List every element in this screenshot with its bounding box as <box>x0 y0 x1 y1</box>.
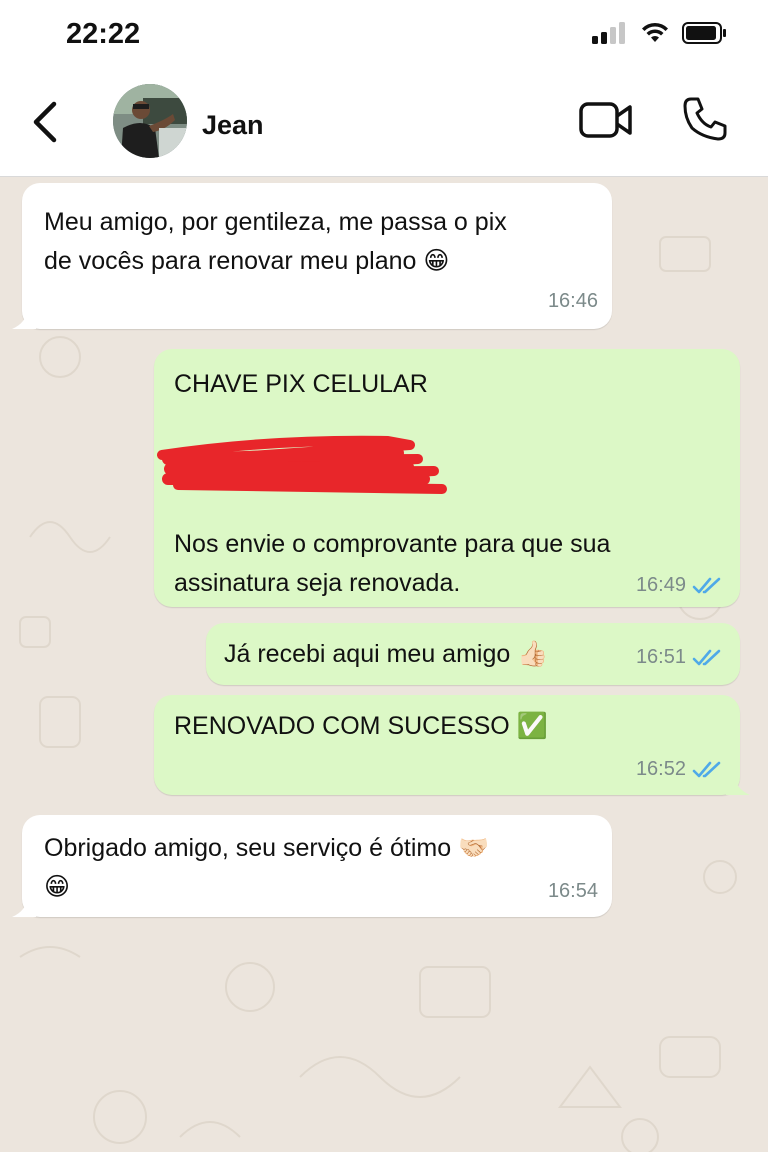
message-text-bottom: Nos envie o comprovante para que sua ass… <box>174 530 611 597</box>
message-time-label: 16:49 <box>635 574 686 596</box>
message-text: Já recebi aqui meu amigo 👍🏻 <box>224 640 549 668</box>
status-time: 22:22 <box>66 18 141 50</box>
video-camera-icon[interactable] <box>578 98 634 142</box>
bubble-tail <box>12 897 36 917</box>
message-text: RENOVADO COM SUCESSO ✅ <box>174 712 548 740</box>
redaction-scribble <box>157 435 447 494</box>
message-time-label: 16:46 <box>547 290 598 312</box>
chat-area[interactable]: Meu amigo, por gentileza, me passa o pix… <box>0 177 768 1152</box>
message-time-label: 16:51 <box>635 646 686 668</box>
bubble-tail <box>726 775 750 795</box>
chat-header: Jean <box>0 72 768 177</box>
status-icons <box>592 22 728 44</box>
phone-icon[interactable] <box>682 96 728 142</box>
message-text: Meu amigo, por gentileza, me passa o pix… <box>44 208 507 275</box>
avatar[interactable] <box>113 84 187 158</box>
message-time: 16:52 <box>636 750 724 789</box>
message-outgoing-2[interactable]: Já recebi aqui meu amigo 👍🏻 16:51 <box>206 623 740 685</box>
message-time-label: 16:52 <box>635 758 686 780</box>
message-text-top: CHAVE PIX CELULAR <box>174 370 428 398</box>
wifi-icon <box>642 22 668 42</box>
cellular-signal-icon <box>592 22 625 44</box>
message-incoming-1[interactable]: Meu amigo, por gentileza, me passa o pix… <box>12 183 612 329</box>
message-time: 16:51 <box>636 638 724 677</box>
double-check-icon <box>692 577 721 593</box>
message-outgoing-3[interactable]: RENOVADO COM SUCESSO ✅ 16:52 <box>154 695 750 795</box>
avatar-photo <box>113 84 187 158</box>
bubble-tail <box>12 309 36 329</box>
double-check-icon <box>692 649 721 665</box>
message-time: 16:49 <box>636 566 724 605</box>
message-incoming-2[interactable]: Obrigado amigo, seu serviço é ótimo 🤝🏻 😁… <box>12 815 612 917</box>
message-text: Obrigado amigo, seu serviço é ótimo 🤝🏻 😁 <box>44 834 490 901</box>
message-time: 16:46 <box>548 282 598 321</box>
battery-icon <box>682 22 726 44</box>
chevron-left-icon[interactable] <box>26 98 66 146</box>
status-bar: 22:22 <box>0 0 768 72</box>
contact-name[interactable]: Jean <box>202 110 264 141</box>
message-time: 16:54 <box>548 872 598 911</box>
message-time-label: 16:54 <box>547 880 598 902</box>
double-check-icon <box>692 761 721 777</box>
message-outgoing-1[interactable]: CHAVE PIX CELULAR Nos envie o comprovant… <box>154 349 740 607</box>
